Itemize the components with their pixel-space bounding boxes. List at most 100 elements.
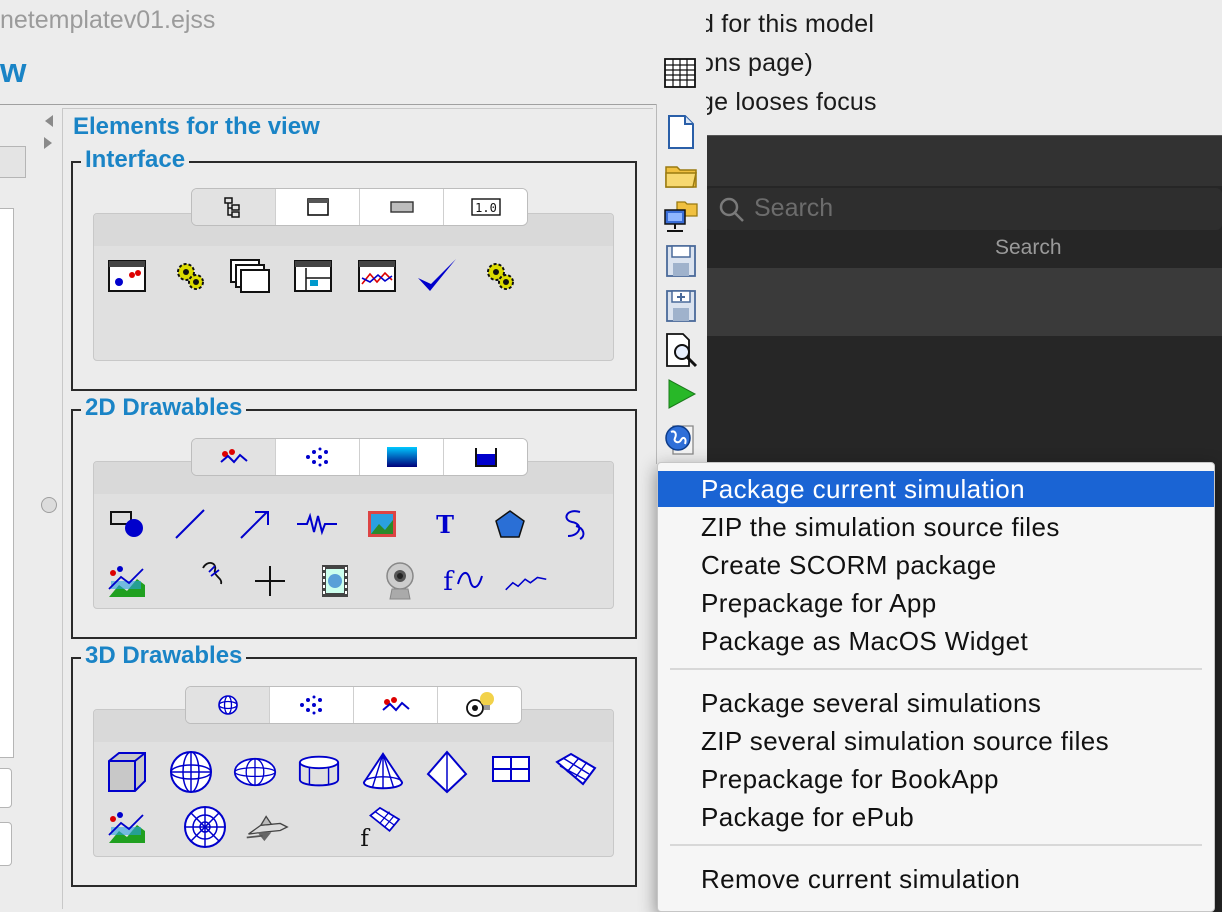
webcam-icon[interactable] [378, 559, 422, 603]
tab-interface-button[interactable] [360, 189, 444, 225]
tree-icon [223, 197, 240, 218]
shuttle-model-icon[interactable] [245, 805, 289, 849]
function-surface-glyph: f [360, 826, 370, 849]
drawables3d-tabs [185, 686, 522, 724]
tab-3d-basic[interactable] [186, 687, 270, 723]
drawing-panel-icon[interactable] [291, 254, 335, 298]
new-file-icon[interactable] [663, 114, 699, 150]
arrow-icon[interactable] [233, 502, 277, 546]
group-3d-drawables: 3D Drawables f [71, 642, 637, 887]
group-3d-drawables-label: 3D Drawables [81, 642, 247, 670]
function-surface-icon[interactable]: f [357, 805, 401, 849]
field-icon [386, 447, 417, 467]
tab-3d-drawables[interactable] [354, 687, 438, 723]
box-icon[interactable] [105, 750, 149, 794]
tab-2d-tank[interactable] [444, 439, 527, 475]
light-icon [465, 692, 494, 717]
background-dark-header [700, 135, 1222, 186]
sphere-tab-icon [217, 695, 238, 715]
text-icon[interactable]: T [423, 502, 467, 546]
text-icon-glyph: T [436, 510, 454, 539]
tank-icon [474, 448, 497, 467]
table-view-icon[interactable] [664, 58, 696, 88]
checkmark-icon[interactable] [415, 254, 459, 298]
expand-collapse-icon[interactable] [42, 113, 54, 153]
trail-icon[interactable] [552, 502, 596, 546]
tab-interface-number-field[interactable]: 1.0 [444, 189, 527, 225]
menu-item-package-macos-widget[interactable]: Package as MacOS Widget [658, 623, 1214, 659]
particles-3d-icon [299, 695, 322, 715]
group-2d-drawables: 2D Drawables T f [71, 394, 637, 639]
splitter-handle[interactable] [41, 497, 57, 513]
video-icon[interactable] [313, 559, 357, 603]
save-icon[interactable] [663, 243, 699, 279]
stacked-panels-icon[interactable] [228, 254, 272, 298]
field-stub-2[interactable] [0, 822, 12, 866]
spring-icon[interactable] [295, 502, 339, 546]
menu-item-remove-current-simulation[interactable]: Remove current simulation [658, 861, 1214, 897]
tab-2d-field[interactable] [360, 439, 444, 475]
cursor-icon[interactable] [191, 554, 235, 598]
gear-element-2-icon[interactable] [478, 254, 522, 298]
group-2d-drawables-label: 2D Drawables [81, 394, 247, 422]
background-search-input[interactable]: Search [705, 188, 1222, 230]
menu-item-zip-several-source-files[interactable]: ZIP several simulation source files [658, 723, 1214, 759]
plot-icon[interactable] [105, 559, 149, 603]
ellipsoid-icon[interactable] [233, 750, 277, 794]
menu-item-package-epub[interactable]: Package for ePub [658, 799, 1214, 835]
function-icon[interactable]: f [440, 559, 484, 603]
drawables2d-tabs [191, 438, 528, 476]
tab-3d-light[interactable] [438, 687, 521, 723]
run-icon[interactable] [663, 376, 699, 412]
package-web-icon[interactable] [663, 420, 699, 456]
search-icon [719, 197, 744, 222]
number-field-text: 1.0 [475, 201, 497, 215]
field-stub-1[interactable] [0, 768, 12, 808]
open-folder-icon[interactable] [663, 157, 699, 193]
sphere-icon[interactable] [169, 750, 213, 794]
surface-icon[interactable] [553, 747, 597, 791]
tab-2d-particles[interactable] [276, 439, 360, 475]
menu-item-zip-source-files[interactable]: ZIP the simulation source files [658, 509, 1214, 545]
button-icon [389, 201, 414, 213]
open-network-icon[interactable] [663, 198, 699, 234]
image-icon[interactable] [360, 502, 404, 546]
tab-interface-window[interactable] [276, 189, 360, 225]
number-field-icon: 1.0 [470, 198, 501, 216]
drawables-icon [219, 449, 248, 464]
plane-icon[interactable] [489, 747, 533, 791]
cone-icon[interactable] [361, 750, 405, 794]
tab-interface-tree[interactable] [192, 189, 276, 225]
search-document-icon[interactable] [663, 332, 699, 368]
plot-3d-icon[interactable] [105, 805, 149, 849]
chart-panel-icon[interactable] [355, 254, 399, 298]
tree-view-stub[interactable] [0, 208, 14, 758]
menu-item-create-scorm-package[interactable]: Create SCORM package [658, 547, 1214, 583]
crosshair-icon[interactable] [248, 559, 292, 603]
menu-item-package-several-simulations[interactable]: Package several simulations [658, 685, 1214, 721]
window-title: netemplatev01.ejss [0, 6, 216, 34]
function-icon-glyph: f [443, 567, 455, 597]
menu-item-prepackage-bookapp[interactable]: Prepackage for BookApp [658, 761, 1214, 797]
background-search-label: Search [995, 236, 1062, 259]
tab-3d-particles[interactable] [270, 687, 354, 723]
shape-icon[interactable] [105, 502, 149, 546]
menu-item-prepackage-for-app[interactable]: Prepackage for App [658, 585, 1214, 621]
background-strip [700, 268, 1222, 336]
drawables-3d-icon [381, 697, 410, 712]
menu-item-package-current-simulation[interactable]: Package current simulation [658, 471, 1214, 507]
segment-icon[interactable] [168, 502, 212, 546]
gear-element-icon[interactable] [168, 254, 212, 298]
background-text-line-1: d for this model [700, 10, 875, 38]
collapse-arrows[interactable] [42, 113, 54, 159]
cylinder-icon[interactable] [297, 750, 341, 794]
tab-2d-drawables[interactable] [192, 439, 276, 475]
particles-icon [305, 447, 328, 467]
trace-icon[interactable] [504, 559, 548, 603]
save-as-icon[interactable] [663, 288, 699, 324]
package-context-menu: Package current simulation ZIP the simul… [657, 462, 1215, 912]
mesh-icon[interactable] [183, 805, 227, 849]
polygon-icon[interactable] [488, 502, 532, 546]
plotting-panel-icon[interactable] [105, 254, 149, 298]
pyramid-icon[interactable] [425, 750, 469, 794]
